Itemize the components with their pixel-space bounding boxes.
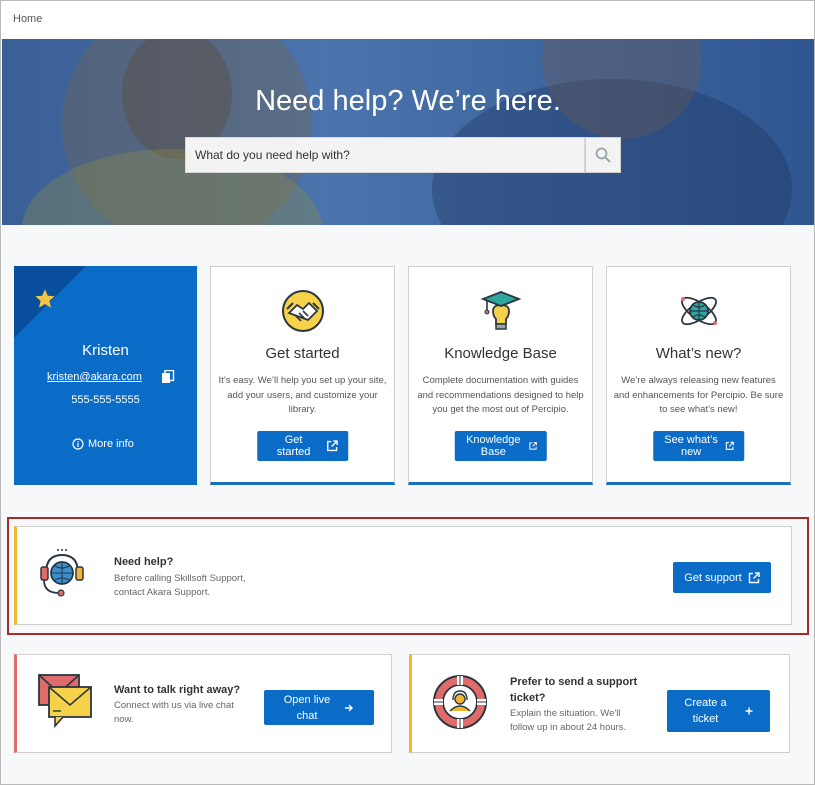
ticket-title-line: Prefer to send a support <box>510 676 638 688</box>
button-label: Get support <box>684 571 742 584</box>
hero-title: Need help? We’re here. <box>255 85 561 117</box>
ticket-description: Explain the situation. We'll follow up i… <box>510 707 626 735</box>
atom-globe-icon <box>680 296 717 326</box>
breadcrumb-home[interactable]: Home <box>13 13 42 25</box>
ticket-title-line: ticket? <box>510 692 546 704</box>
button-label-line: chat <box>296 709 318 722</box>
knowledge-base-button[interactable]: Knowledge Base <box>454 431 547 461</box>
see-whats-new-button[interactable]: See what’s new <box>652 431 745 461</box>
tile-whats-new: What’s new? We’re always releasing new f… <box>606 266 791 485</box>
button-label: Open live chat <box>284 692 330 724</box>
graduation-lightbulb-icon <box>480 291 521 330</box>
chat-envelope-icon <box>38 674 92 729</box>
chat-description-line: Connect with us via live chat <box>114 700 234 711</box>
search-icon <box>595 147 611 163</box>
ticket-agent-icon <box>433 675 487 729</box>
plus-icon <box>745 707 753 715</box>
tile-description: We’re always releasing new features and … <box>613 375 784 415</box>
top-bar: Home <box>1 1 814 39</box>
headset-globe-icon <box>40 549 84 597</box>
profile-card: Kristen kristen@akara.com 555-555-5555 M… <box>14 266 197 485</box>
support-card: Need help? Before calling Skillsoft Supp… <box>14 526 792 625</box>
ticket-title: Prefer to send a support ticket? <box>510 674 637 706</box>
tile-title: What’s new? <box>655 345 742 362</box>
button-label: Create a ticket <box>684 695 726 727</box>
support-description-line: Before calling Skillsoft Support, <box>114 573 246 584</box>
external-link-icon <box>748 571 760 583</box>
star-icon <box>35 289 55 308</box>
button-label: Get started <box>276 434 311 458</box>
profile-email-link[interactable]: kristen@akara.com <box>47 371 142 383</box>
external-link-icon <box>725 441 735 450</box>
external-link-icon <box>528 441 537 450</box>
ticket-description-line: follow up in about 24 hours. <box>510 722 627 733</box>
info-icon <box>72 438 84 450</box>
get-support-button[interactable]: Get support <box>673 562 771 593</box>
support-ticket-card: Prefer to send a support ticket? Explain… <box>409 654 790 753</box>
copy-icon[interactable] <box>161 370 175 384</box>
tile-title: Knowledge Base <box>444 345 557 362</box>
search-button[interactable] <box>585 137 621 173</box>
handshake-icon <box>281 290 324 332</box>
profile-name: Kristen <box>82 342 129 359</box>
button-label: Knowledge Base <box>466 434 521 458</box>
get-started-button[interactable]: Get started <box>256 431 349 461</box>
live-chat-card: Want to talk right away? Connect with us… <box>14 654 392 753</box>
page-frame: Home Need help? We’re here. What do you … <box>0 0 815 785</box>
tile-title: Get started <box>265 345 340 362</box>
tile-knowledge-base: Knowledge Base Complete documentation wi… <box>408 266 593 485</box>
search-input[interactable]: What do you need help with? <box>185 137 585 173</box>
chat-description-line: now. <box>114 714 134 725</box>
hero-banner: Need help? We’re here. What do you need … <box>2 39 814 225</box>
more-info-label: More info <box>88 438 134 450</box>
button-label-line: Create a <box>684 697 727 709</box>
chat-title: Want to talk right away? <box>114 684 241 696</box>
tile-description: It’s easy. We’ll help you set up your si… <box>218 375 387 415</box>
support-title: Need help? <box>114 556 174 568</box>
open-live-chat-button[interactable]: Open live chat <box>264 690 374 725</box>
chat-description: Connect with us via live chat now. <box>114 699 234 727</box>
tile-get-started: Get started It’s easy. We’ll help you se… <box>210 266 395 485</box>
tile-description: Complete documentation with guides and r… <box>417 375 584 415</box>
external-link-icon <box>327 440 338 452</box>
profile-phone: 555-555-5555 <box>71 394 140 406</box>
ticket-description-line: Explain the situation. We'll <box>510 708 621 719</box>
create-ticket-button[interactable]: Create a ticket <box>667 690 770 732</box>
button-label: See what’s new <box>664 434 718 458</box>
support-description-line: contact Akara Support. <box>114 587 211 598</box>
more-info-link[interactable]: More info <box>72 438 134 450</box>
button-label-line: Open live <box>283 693 331 706</box>
support-description: Before calling Skillsoft Support, contac… <box>114 572 245 600</box>
button-label-line: ticket <box>692 713 719 725</box>
arrow-right-icon <box>345 704 354 711</box>
